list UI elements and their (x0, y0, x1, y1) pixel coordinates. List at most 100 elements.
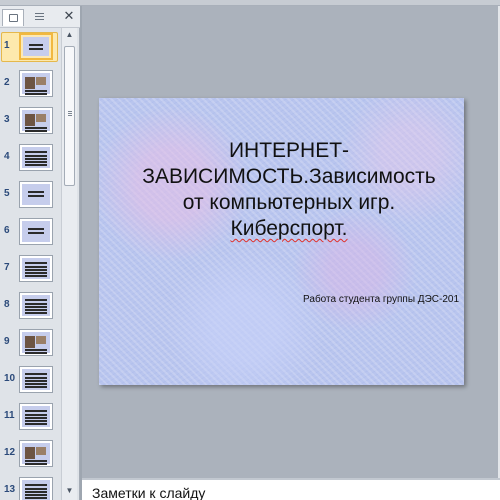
slides-pane: ✕ 1 2 3 4 5 6 7 8 9 10 11 12 13 ▲ ▼ (0, 6, 80, 500)
title-line-3: от компьютерных игр. (182, 191, 396, 214)
slide-thumbnail[interactable]: 12 (0, 439, 60, 469)
slide-number: 5 (4, 188, 10, 199)
slide-number: 13 (4, 484, 16, 495)
title-line-2: ЗАВИСИМОСТЬ.Зависимость (142, 165, 436, 188)
slide-number: 8 (4, 299, 10, 310)
thumbnail-photo (25, 77, 35, 89)
slide-thumbnail[interactable]: 2 (0, 69, 60, 99)
slide-thumbnail[interactable]: 1 (0, 32, 60, 62)
slide-thumbnail[interactable]: 13 (0, 476, 60, 500)
thumbnail-text-line (25, 309, 47, 311)
thumbnail-photo (25, 114, 35, 126)
thumbnail-preview (22, 147, 50, 168)
scroll-up-icon[interactable]: ▲ (62, 28, 77, 42)
thumbnail-preview (22, 73, 50, 95)
thumbnail-text-line (25, 352, 47, 354)
title-line-1: ИНТЕРНЕТ- (228, 139, 350, 162)
slide-title[interactable]: ИНТЕРНЕТ- ЗАВИСИМОСТЬ.Зависимость от ком… (119, 138, 459, 242)
thumbnail-text-line (28, 191, 44, 193)
thumbnail-text-line (25, 303, 47, 305)
thumbnail-photo (25, 447, 35, 459)
grip-icon (68, 111, 72, 112)
thumbnail-text-line (25, 93, 47, 95)
thumbnail-text-line (25, 488, 47, 490)
thumbnail-preview (22, 332, 50, 354)
slide-subtitle[interactable]: Работа студента группы ДЭС-201 (249, 294, 459, 305)
tab-outline[interactable] (27, 9, 51, 26)
thumbnail-text-line (25, 164, 47, 166)
slide-thumbnail[interactable]: 11 (0, 402, 60, 432)
slide-thumbnail[interactable]: 3 (0, 106, 60, 136)
thumbnail-text-line (25, 423, 47, 425)
thumbnail-text-line (25, 460, 47, 462)
thumbnail-image (19, 181, 53, 208)
thumbnail-list: 1 2 3 4 5 6 7 8 9 10 11 12 13 (0, 32, 60, 500)
thumbnail-text-line (25, 90, 47, 92)
thumbnail-text-line (25, 262, 47, 264)
slide-thumbnail[interactable]: 9 (0, 328, 60, 358)
thumbnail-text-line (25, 377, 47, 379)
thumbnail-image (19, 292, 53, 319)
thumbnail-text-line (25, 266, 47, 268)
slide-number: 2 (4, 77, 10, 88)
thumbnail-photo (36, 336, 46, 344)
slide-thumbnail[interactable]: 5 (0, 180, 60, 210)
slide-thumbnail[interactable]: 7 (0, 254, 60, 284)
scroll-down-icon[interactable]: ▼ (62, 484, 77, 498)
thumbnail-image (19, 144, 53, 171)
thumbnail-image (19, 440, 53, 467)
slide-thumbnail[interactable]: 10 (0, 365, 60, 395)
notes-placeholder: Заметки к слайду (92, 485, 206, 500)
close-icon[interactable]: ✕ (62, 8, 76, 24)
thumbnail-image (19, 403, 53, 430)
slide-thumbnail[interactable]: 4 (0, 143, 60, 173)
slide-thumbnail[interactable]: 6 (0, 217, 60, 247)
thumbnail-preview (22, 184, 50, 205)
thumbnail-text-line (25, 161, 47, 163)
thumbnail-text-line (25, 463, 47, 465)
slides-tab-icon (9, 14, 18, 22)
thumbnail-image (19, 33, 53, 60)
thumbnail-text-line (25, 491, 47, 493)
thumbnail-text-line (29, 48, 43, 50)
thumbnail-text-line (28, 228, 44, 230)
thumbnail-text-line (29, 44, 43, 46)
thumbnail-scrollbar[interactable]: ▲ ▼ (61, 28, 77, 500)
slide-thumbnail[interactable]: 8 (0, 291, 60, 321)
tab-slides[interactable] (2, 9, 24, 26)
thumbnail-text-line (25, 383, 47, 385)
thumbnail-text-line (25, 349, 47, 351)
slide-number: 9 (4, 336, 10, 347)
outline-tab-icon (35, 13, 44, 14)
thumbnail-text-line (25, 306, 47, 308)
thumbnail-preview (22, 295, 50, 316)
slide-number: 7 (4, 262, 10, 273)
thumbnail-text-line (25, 420, 47, 422)
notes-pane[interactable]: Заметки к слайду (82, 478, 500, 500)
thumbnail-photo (25, 336, 35, 348)
slide-number: 6 (4, 225, 10, 236)
thumbnail-preview (22, 369, 50, 390)
thumbnail-text-line (25, 151, 47, 153)
thumbnail-text-line (28, 232, 44, 234)
title-line-4: Киберспорт. (119, 216, 459, 242)
grip-line (68, 115, 72, 116)
thumbnail-preview (22, 110, 50, 132)
thumbnail-image (19, 70, 53, 97)
thumbnail-preview (22, 480, 50, 500)
thumbnail-text-line (25, 155, 47, 157)
thumbnail-text-line (25, 275, 47, 277)
slide-number: 4 (4, 151, 10, 162)
thumbnail-text-line (25, 373, 47, 375)
thumbnail-photo (36, 447, 46, 455)
current-slide[interactable]: ИНТЕРНЕТ- ЗАВИСИМОСТЬ.Зависимость от ком… (99, 98, 464, 385)
thumbnail-text-line (25, 158, 47, 160)
outline-icon-line (35, 16, 44, 17)
thumbnail-text-line (25, 386, 47, 388)
thumbnail-text-line (25, 494, 47, 496)
thumbnail-text-line (25, 127, 47, 129)
slide-editing-area: ИНТЕРНЕТ- ЗАВИСИМОСТЬ.Зависимость от ком… (82, 6, 500, 478)
scrollbar-thumb[interactable] (64, 46, 75, 186)
thumbnail-text-line (25, 484, 47, 486)
thumbnail-text-line (25, 272, 47, 274)
